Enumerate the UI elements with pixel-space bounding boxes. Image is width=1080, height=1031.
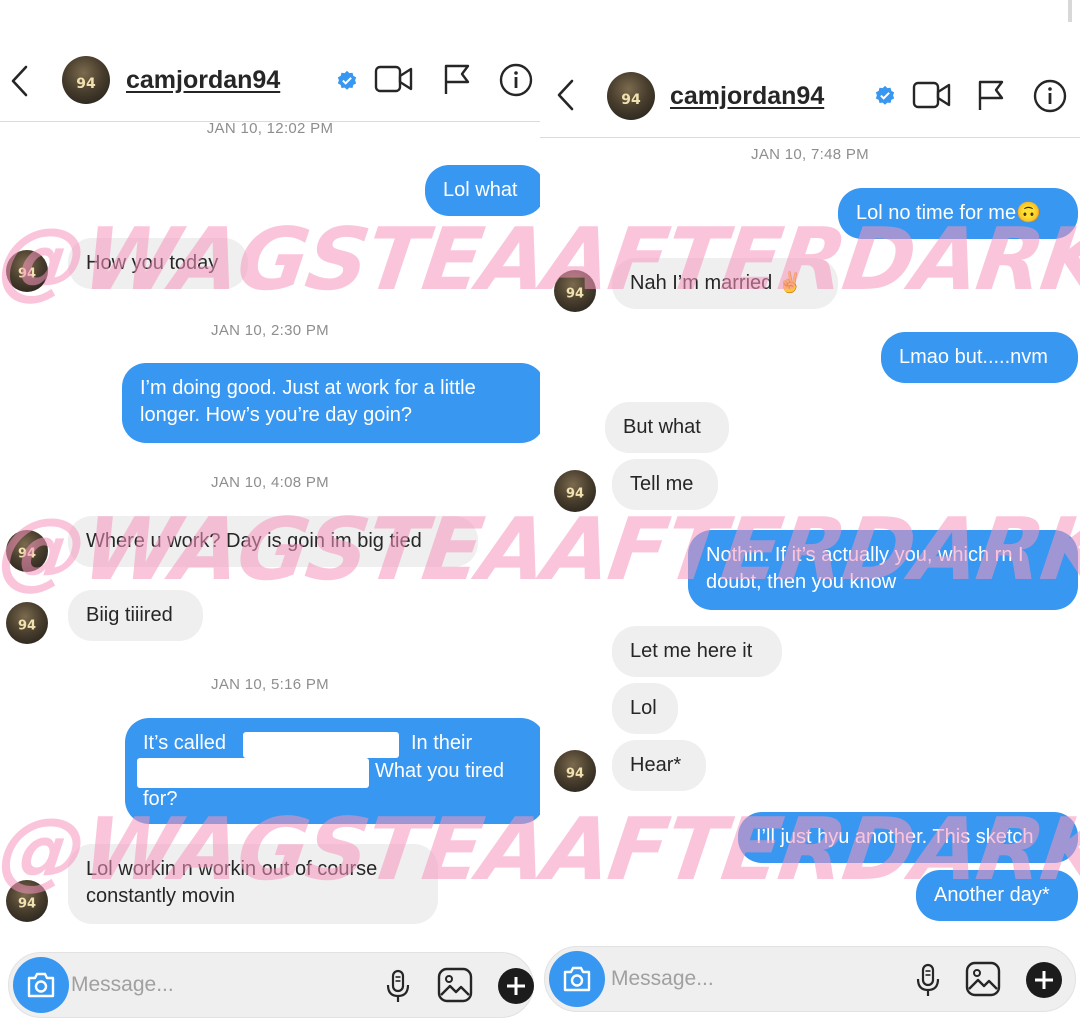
sender-avatar[interactable]: 94: [6, 250, 48, 292]
message-incoming: But what: [605, 402, 729, 453]
message-outgoing: It’s called In their What you tired for?: [125, 718, 540, 824]
video-call-icon[interactable]: [912, 80, 952, 110]
message-incoming: Lol: [612, 683, 678, 734]
message-incoming: How you today: [68, 238, 248, 289]
gallery-icon[interactable]: [965, 961, 1001, 997]
left-chat-panel: 94 camjordan94 JAN 10, 12:02 PM Lol what…: [0, 52, 540, 1031]
chat-header: 94 camjordan94: [0, 52, 540, 122]
sender-avatar[interactable]: 94: [554, 750, 596, 792]
back-chevron-icon[interactable]: [554, 78, 576, 118]
message-outgoing: I’m doing good. Just at work for a littl…: [122, 363, 540, 443]
message-incoming: Where u work? Day is goin im big tied: [68, 516, 478, 567]
username[interactable]: camjordan94: [670, 82, 824, 111]
message-outgoing: Lmao but.....nvm: [881, 332, 1078, 383]
message-line: I’m doing good. Just at work for a littl…: [140, 377, 476, 399]
redaction: [137, 758, 369, 788]
info-icon[interactable]: [498, 62, 534, 98]
avatar[interactable]: 94: [62, 56, 110, 104]
flag-icon[interactable]: [442, 62, 472, 96]
message-incoming: Nah I’m married ✌: [612, 258, 838, 309]
sender-avatar[interactable]: 94: [6, 880, 48, 922]
message-incoming: Tell me: [612, 459, 718, 510]
message-text: In their: [411, 732, 473, 754]
message-outgoing: Nothin. If it’s actually you, which rn I…: [688, 530, 1078, 610]
message-line: Nothin. If it’s actually you, which rn I: [706, 544, 1024, 566]
message-outgoing: I’ll just hyu another. This sketch: [738, 812, 1078, 863]
info-icon[interactable]: [1032, 78, 1068, 114]
gallery-icon[interactable]: [437, 967, 473, 1003]
chat-header: 94 camjordan94: [540, 52, 1080, 138]
top-strip: [0, 0, 1080, 52]
message-outgoing: Lol no time for me🙃: [838, 188, 1078, 239]
timestamp: JAN 10, 7:48 PM: [751, 146, 869, 163]
username[interactable]: camjordan94: [126, 66, 280, 95]
message-incoming: Biig tiiired: [68, 590, 203, 641]
avatar[interactable]: 94: [607, 72, 655, 120]
message-incoming: Let me here it: [612, 626, 782, 677]
message-input[interactable]: Message...: [71, 973, 174, 997]
message-composer: Message...: [544, 946, 1076, 1012]
message-text: Nah I’m married: [630, 272, 773, 294]
message-outgoing: Another day*: [916, 870, 1078, 921]
message-outgoing: Lol what: [425, 165, 540, 216]
sender-avatar[interactable]: 94: [6, 530, 48, 572]
message-input[interactable]: Message...: [611, 967, 714, 991]
camera-icon: [563, 966, 591, 992]
timestamp: JAN 10, 5:16 PM: [211, 676, 329, 693]
message-composer: Message...: [8, 952, 534, 1018]
scroll-tick: [1068, 0, 1072, 22]
message-line: longer. How’s you’re day goin?: [140, 404, 413, 426]
message-text: for?: [143, 788, 178, 810]
message-line: doubt, then you know: [706, 571, 897, 593]
message-text: Lol no time for me: [856, 202, 1017, 224]
plus-icon[interactable]: [1025, 961, 1063, 999]
timestamp: JAN 10, 12:02 PM: [206, 120, 334, 137]
sender-avatar[interactable]: 94: [554, 470, 596, 512]
flag-icon[interactable]: [976, 78, 1006, 112]
message-text: What you tired: [375, 760, 504, 782]
camera-button[interactable]: [549, 951, 605, 1007]
message-line: constantly movin: [86, 885, 235, 907]
timestamp: JAN 10, 4:08 PM: [211, 474, 329, 491]
plus-icon[interactable]: [497, 967, 535, 1005]
microphone-icon[interactable]: [385, 969, 411, 1005]
camera-button[interactable]: [13, 957, 69, 1013]
timestamp: JAN 10, 2:30 PM: [211, 322, 329, 339]
video-call-icon[interactable]: [374, 64, 414, 94]
sender-avatar[interactable]: 94: [6, 602, 48, 644]
verified-badge-icon: [875, 85, 895, 105]
upside-down-face-emoji: 🙃: [1016, 202, 1041, 224]
message-line: Lol workin n workin out of course: [86, 858, 378, 880]
message-incoming: Hear*: [612, 740, 706, 791]
verified-badge-icon: [337, 70, 357, 90]
sender-avatar[interactable]: 94: [554, 270, 596, 312]
camera-icon: [27, 972, 55, 998]
microphone-icon[interactable]: [915, 963, 941, 999]
right-chat-panel: 94 camjordan94 JAN 10, 7:48 PM Lol no ti…: [540, 52, 1080, 1031]
message-incoming: Lol workin n workin out of course consta…: [68, 844, 438, 924]
victory-hand-emoji: ✌: [777, 272, 803, 294]
redaction: [243, 732, 399, 758]
message-text: It’s called: [143, 732, 227, 754]
back-chevron-icon[interactable]: [8, 64, 30, 104]
